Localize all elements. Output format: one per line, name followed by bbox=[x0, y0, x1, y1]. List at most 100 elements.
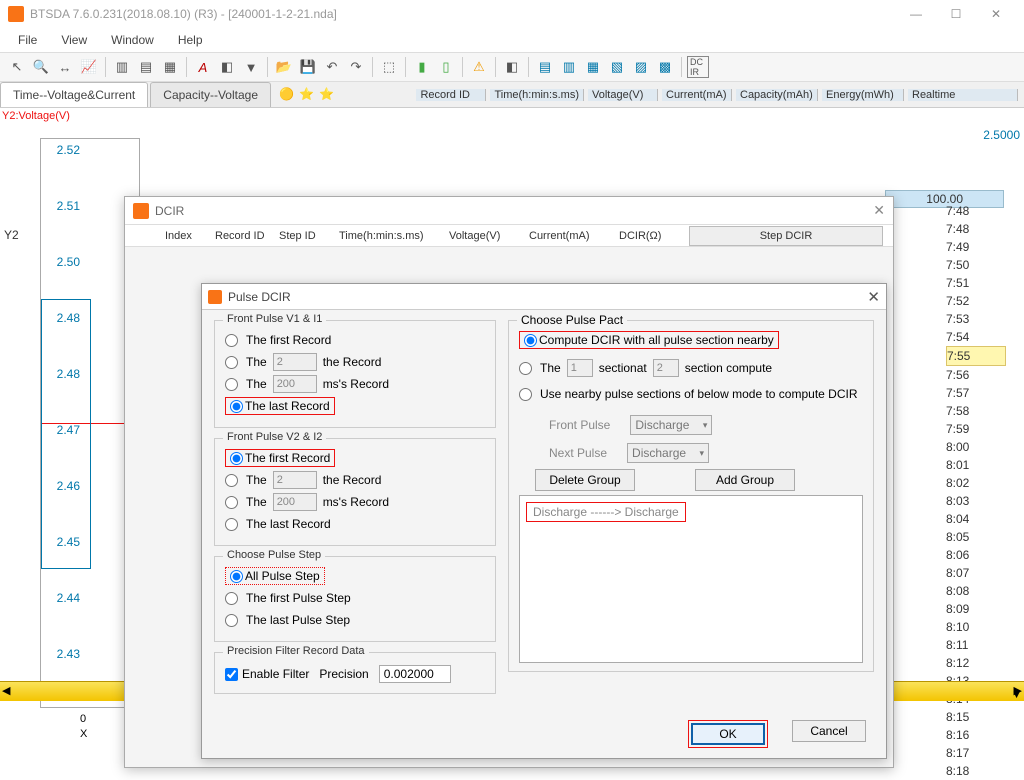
pulse-list-area[interactable]: Discharge ------> Discharge bbox=[519, 495, 863, 663]
col-stepid[interactable]: Step ID bbox=[279, 230, 339, 242]
col-time2[interactable]: Time(h:min:s.ms) bbox=[339, 230, 449, 242]
tb1-icon[interactable]: ▤ bbox=[534, 56, 556, 78]
time-row[interactable]: 7:58 bbox=[946, 402, 1006, 420]
time-row[interactable]: 8:08 bbox=[946, 582, 1006, 600]
r-first-pulse[interactable] bbox=[225, 592, 238, 605]
menu-help[interactable]: Help bbox=[168, 31, 213, 49]
chart3-icon[interactable]: ▦ bbox=[159, 56, 181, 78]
back-icon[interactable]: ↶ bbox=[321, 56, 343, 78]
time-row[interactable]: 7:48 bbox=[946, 220, 1006, 238]
maximize-button[interactable]: ☐ bbox=[936, 0, 976, 28]
save-icon[interactable]: 💾 bbox=[297, 56, 319, 78]
r-the-section[interactable] bbox=[519, 362, 532, 375]
font-icon[interactable]: A bbox=[192, 56, 214, 78]
menu-file[interactable]: File bbox=[8, 31, 47, 49]
col-recordid2[interactable]: Record ID bbox=[215, 230, 279, 242]
time-row[interactable]: 8:04 bbox=[946, 510, 1006, 528]
time-row[interactable]: 8:09 bbox=[946, 600, 1006, 618]
tb4-icon[interactable]: ▧ bbox=[606, 56, 628, 78]
delete-group-button[interactable]: Delete Group bbox=[535, 469, 635, 491]
col-index[interactable]: Index bbox=[165, 230, 215, 242]
chart1-icon[interactable]: ▥ bbox=[111, 56, 133, 78]
pulse-titlebar[interactable]: Pulse DCIR ✕ bbox=[202, 284, 886, 310]
col-time[interactable]: Time(h:min:s.ms) bbox=[490, 89, 584, 101]
chart2-icon[interactable]: ▤ bbox=[135, 56, 157, 78]
tb5-icon[interactable]: ▨ bbox=[630, 56, 652, 78]
r-v2-last[interactable] bbox=[225, 518, 238, 531]
minimize-button[interactable]: — bbox=[896, 0, 936, 28]
time-row[interactable]: 8:12 bbox=[946, 654, 1006, 672]
next-pulse-dropdown[interactable]: Discharge▾ bbox=[627, 443, 709, 463]
tool-b-icon[interactable]: ◧ bbox=[501, 56, 523, 78]
time-row[interactable]: 7:48 bbox=[946, 202, 1006, 220]
time-row[interactable]: 8:07 bbox=[946, 564, 1006, 582]
pulse-ok-button[interactable]: OK bbox=[691, 723, 765, 745]
tb2-icon[interactable]: ▥ bbox=[558, 56, 580, 78]
tb6-icon[interactable]: ▩ bbox=[654, 56, 676, 78]
time-row[interactable]: 8:02 bbox=[946, 474, 1006, 492]
time-row[interactable]: 8:01 bbox=[946, 456, 1006, 474]
zoom-icon[interactable]: 🔍 bbox=[30, 56, 52, 78]
section-a-input[interactable] bbox=[567, 359, 593, 377]
pulse-list-item[interactable]: Discharge ------> Discharge bbox=[526, 502, 686, 522]
r-last-pulse[interactable] bbox=[225, 614, 238, 627]
time-row[interactable]: 7:49 bbox=[946, 238, 1006, 256]
front-pulse-dropdown[interactable]: Discharge▾ bbox=[630, 415, 712, 435]
time-row[interactable]: 8:05 bbox=[946, 528, 1006, 546]
menu-view[interactable]: View bbox=[51, 31, 97, 49]
cursor-icon[interactable]: ↖ bbox=[6, 56, 28, 78]
tab-icon-1[interactable]: 🟡 bbox=[279, 87, 295, 103]
filter-icon[interactable]: ▼ bbox=[240, 56, 262, 78]
time-row[interactable]: 8:10 bbox=[946, 618, 1006, 636]
col-dcir2[interactable]: DCIR(Ω) bbox=[619, 230, 689, 242]
r-v2-the-n[interactable] bbox=[225, 474, 238, 487]
time-row[interactable]: 7:59 bbox=[946, 420, 1006, 438]
tab-icon-3[interactable]: ⭐ bbox=[319, 87, 335, 103]
time-row[interactable]: 8:16 bbox=[946, 726, 1006, 744]
tab-icon-2[interactable]: ⭐ bbox=[299, 87, 315, 103]
col-voltage[interactable]: Voltage(V) bbox=[588, 89, 658, 101]
tb3-icon[interactable]: ▦ bbox=[582, 56, 604, 78]
col-current[interactable]: Current(mA) bbox=[662, 89, 732, 101]
r-use-nearby[interactable] bbox=[519, 388, 532, 401]
time-row[interactable]: 7:51 bbox=[946, 274, 1006, 292]
add-group-button[interactable]: Add Group bbox=[695, 469, 795, 491]
time-row[interactable]: 7:57 bbox=[946, 384, 1006, 402]
fwd-icon[interactable]: ↷ bbox=[345, 56, 367, 78]
tab-cap-v[interactable]: Capacity--Voltage bbox=[150, 82, 271, 107]
time-row[interactable]: 7:53 bbox=[946, 310, 1006, 328]
time-row[interactable]: 8:17 bbox=[946, 744, 1006, 762]
dcir-icon[interactable]: DC IR bbox=[687, 56, 709, 78]
tab-time-vc[interactable]: Time--Voltage&Current bbox=[0, 82, 148, 107]
col-energy[interactable]: Energy(mWh) bbox=[822, 89, 904, 101]
time-row[interactable]: 8:18 bbox=[946, 762, 1006, 780]
time-row[interactable]: 8:15 bbox=[946, 708, 1006, 726]
r-v1-last[interactable] bbox=[230, 400, 243, 413]
r-v1-the-n[interactable] bbox=[225, 356, 238, 369]
plot-icon[interactable]: 📈 bbox=[78, 56, 100, 78]
time-row[interactable]: 8:06 bbox=[946, 546, 1006, 564]
dcir-dialog-titlebar[interactable]: DCIR ✕ bbox=[125, 197, 893, 225]
col-current2[interactable]: Current(mA) bbox=[529, 230, 619, 242]
pulse-close-icon[interactable]: ✕ bbox=[867, 288, 880, 306]
r-v2-first[interactable] bbox=[230, 452, 243, 465]
time-row[interactable]: 7:50 bbox=[946, 256, 1006, 274]
band-left-arrow[interactable]: ◀ bbox=[2, 684, 10, 697]
palette-icon[interactable]: ◧ bbox=[216, 56, 238, 78]
time-row[interactable]: 7:54 bbox=[946, 328, 1006, 346]
r-v2-the-ms[interactable] bbox=[225, 496, 238, 509]
time-row[interactable]: 7:56 bbox=[946, 366, 1006, 384]
dcir-dialog-close-icon[interactable]: ✕ bbox=[873, 202, 885, 219]
section-b-input[interactable] bbox=[653, 359, 679, 377]
enable-filter-check[interactable] bbox=[225, 668, 238, 681]
pulse-cancel-button[interactable]: Cancel bbox=[792, 720, 866, 742]
green1-icon[interactable]: ▮ bbox=[411, 56, 433, 78]
band-down-arrow[interactable]: ▼ bbox=[1011, 689, 1022, 701]
time-row[interactable]: 7:52 bbox=[946, 292, 1006, 310]
menu-window[interactable]: Window bbox=[101, 31, 164, 49]
r-v1-first[interactable] bbox=[225, 334, 238, 347]
open-icon[interactable]: 📂 bbox=[273, 56, 295, 78]
r-all-pulse[interactable] bbox=[230, 570, 243, 583]
col-voltage2[interactable]: Voltage(V) bbox=[449, 230, 529, 242]
col-recordid[interactable]: Record ID bbox=[416, 89, 486, 101]
